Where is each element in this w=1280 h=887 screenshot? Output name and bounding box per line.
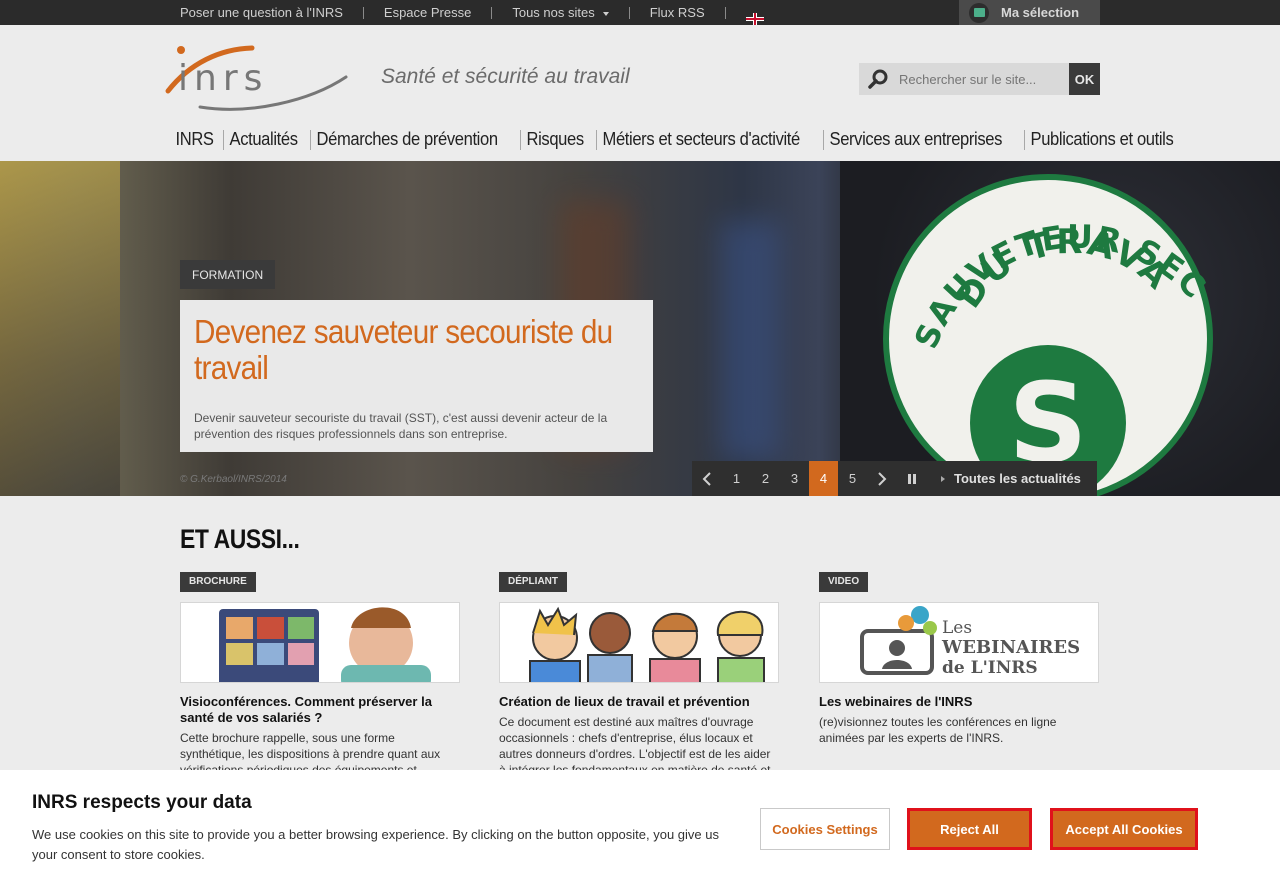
webinaires-logo-image: Les WEBINAIRES de L'INRS <box>860 606 1080 678</box>
carousel-page[interactable]: 2 <box>751 461 780 496</box>
top-link-question[interactable]: Poser une question à l'INRS <box>180 5 363 20</box>
resource-type-badge: VIDEO <box>819 572 869 592</box>
nav-item-inrs[interactable]: INRS <box>170 129 219 150</box>
resource-type-badge: DÉPLIANT <box>499 572 567 592</box>
accept-all-cookies-button[interactable]: Accept All Cookies <box>1050 808 1198 850</box>
hero-category-tag[interactable]: FORMATION <box>180 260 276 289</box>
caret-down-icon <box>602 11 609 16</box>
nav-item-metiers[interactable]: Métiers et secteurs d'activité <box>597 129 805 150</box>
resource-card-video: VIDEO Les WEBINAIRES de L'INRS Les webin… <box>819 571 1099 746</box>
search-icon <box>868 69 888 89</box>
resource-thumbnail[interactable]: Les WEBINAIRES de L'INRS <box>819 602 1099 683</box>
hero-title[interactable]: Devenez sauveteur secouriste du travail <box>194 314 644 386</box>
top-link-all-sites[interactable]: Tous nos sites <box>492 5 628 20</box>
separator <box>724 6 726 19</box>
top-bar: Poser une question à l'INRS Espace Press… <box>0 0 1280 25</box>
cookie-banner: INRS respects your data We use cookies o… <box>0 770 1280 887</box>
resource-description: Ce document est destiné aux maîtres d'ou… <box>499 715 771 777</box>
workers-illustration <box>529 606 765 682</box>
logo-text: inrs <box>178 58 268 99</box>
cookie-text: We use cookies on this site to provide y… <box>32 827 719 862</box>
thumb-line-1: Les <box>942 618 972 638</box>
cookie-title: INRS respects your data <box>32 792 252 813</box>
carousel-pager: 1 2 3 4 5 Toutes les actualités <box>692 461 1097 496</box>
hero-carousel: SAUVETEUR SECOURISTE DU TRAVAIL S FORMAT… <box>0 161 1280 496</box>
search-box: OK <box>859 63 1100 95</box>
videoconference-illustration <box>219 607 431 682</box>
hero-description: Devenir sauveteur secouriste du travail … <box>194 411 608 441</box>
section-title: ET AUSSI... <box>180 524 300 554</box>
reject-all-button[interactable]: Reject All <box>907 808 1032 850</box>
carousel-page[interactable]: 1 <box>722 461 751 496</box>
resource-title[interactable]: Création de lieux de travail et préventi… <box>499 694 779 710</box>
top-link-rss[interactable]: Flux RSS <box>630 5 725 20</box>
resource-card-depliant: DÉPLIANT Création de lieux de travail et… <box>499 571 779 778</box>
carousel-prev-button[interactable] <box>692 461 722 496</box>
folder-icon <box>969 2 989 23</box>
background-blur <box>720 221 780 461</box>
search-submit-button[interactable]: OK <box>1069 63 1100 95</box>
search-input[interactable] <box>899 71 1059 87</box>
resource-title[interactable]: Visioconférences. Comment préserver la s… <box>180 694 460 726</box>
resource-type-badge: BROCHURE <box>180 572 256 592</box>
inrs-logo[interactable]: inrs <box>160 43 350 113</box>
resource-card-brochure: BROCHURE Visioconférences. Comment prése… <box>180 571 460 778</box>
my-selection-button[interactable]: Ma sélection <box>959 0 1100 25</box>
pause-icon <box>908 473 916 484</box>
chevron-right-icon <box>878 471 887 486</box>
thumb-line-3: de L'INRS <box>942 658 1038 678</box>
site-tagline: Santé et sécurité au travail <box>381 65 630 88</box>
carousel-next-button[interactable] <box>867 461 897 496</box>
top-link-press[interactable]: Espace Presse <box>364 5 491 20</box>
carousel-page[interactable]: 3 <box>780 461 809 496</box>
site-header: inrs Santé et sécurité au travail OK INR… <box>0 25 1280 161</box>
nav-item-actualites[interactable]: Actualités <box>224 129 303 150</box>
main-nav: INRS Actualités Démarches de prévention … <box>170 129 1192 150</box>
chevron-left-icon <box>702 471 711 486</box>
nav-item-publications[interactable]: Publications et outils <box>1025 129 1179 150</box>
carousel-pause-button[interactable] <box>897 461 927 496</box>
top-links: Poser une question à l'INRS Espace Press… <box>180 0 766 25</box>
thumb-line-2: WEBINAIRES <box>941 637 1080 658</box>
carousel-page-active[interactable]: 4 <box>809 461 838 496</box>
caret-right-icon <box>941 475 945 482</box>
resource-description: (re)visionnez toutes les conférences en … <box>819 715 1057 745</box>
nav-item-services[interactable]: Services aux entreprises <box>824 129 1008 150</box>
all-news-label: Toutes les actualités <box>954 471 1081 486</box>
nav-item-risques[interactable]: Risques <box>521 129 589 150</box>
all-sites-label: Tous nos sites <box>512 5 595 20</box>
nav-item-demarches[interactable]: Démarches de prévention <box>311 129 503 150</box>
sst-badge-image: SAUVETEUR SECOURISTE DU TRAVAIL S <box>880 161 1213 496</box>
search-field <box>859 63 1069 95</box>
resource-thumbnail[interactable] <box>180 602 460 683</box>
cookie-settings-button[interactable]: Cookies Settings <box>760 808 890 850</box>
background-blur <box>0 161 120 496</box>
resource-thumbnail[interactable] <box>499 602 779 683</box>
my-selection-label: Ma sélection <box>1001 5 1080 20</box>
resource-title[interactable]: Les webinaires de l'INRS <box>819 694 1099 710</box>
photo-credit: © G.Kerbaol/INRS/2014 <box>180 474 287 485</box>
hero-card[interactable]: Devenez sauveteur secouriste du travail … <box>180 300 653 452</box>
carousel-page[interactable]: 5 <box>838 461 867 496</box>
all-news-link[interactable]: Toutes les actualités <box>927 461 1097 496</box>
